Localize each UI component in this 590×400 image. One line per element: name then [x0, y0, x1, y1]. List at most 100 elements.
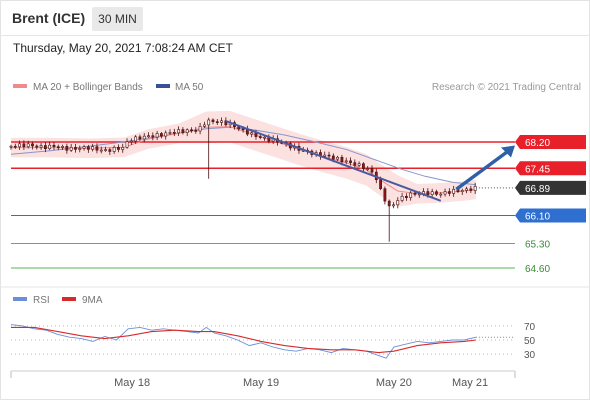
x-tick-may-20: May 20	[376, 377, 412, 389]
candle-body	[104, 149, 107, 151]
legend-bollinger-label: MA 20 + Bollinger Bands	[33, 82, 143, 93]
candle-body	[215, 121, 219, 123]
level-label-68-20: 68.20	[525, 138, 550, 149]
candle-body	[138, 136, 142, 140]
candle-body	[202, 124, 206, 127]
candle-body	[344, 160, 348, 163]
candle-body	[177, 129, 181, 134]
candle-body	[413, 192, 417, 195]
candle-body	[69, 147, 73, 151]
legend-rsi-swatch	[13, 297, 27, 301]
level-label-66-89: 66.89	[525, 184, 550, 195]
candle-body	[263, 136, 266, 139]
candle-body	[250, 132, 254, 135]
candle-body	[74, 147, 77, 150]
candle-body	[151, 135, 155, 138]
rsi-series-rsi	[10, 324, 477, 359]
candle-body	[95, 146, 99, 151]
legend-ma50-label: MA 50	[175, 82, 204, 93]
candle-body	[379, 179, 383, 189]
rsi-tick-70: 70	[524, 322, 536, 333]
candle-body	[357, 163, 361, 166]
candle-body	[207, 119, 211, 126]
candle-body	[452, 189, 456, 194]
x-tick-may-19: May 19	[243, 377, 279, 389]
candle-body	[396, 200, 400, 206]
candle-body	[56, 146, 60, 149]
legend-rsi-label: RSI	[33, 295, 50, 306]
candle-body	[400, 196, 404, 201]
level-label-65-30: 65.30	[525, 240, 550, 251]
candle-body	[121, 146, 125, 150]
level-label-66-10: 66.10	[525, 212, 550, 223]
candle-body	[443, 191, 447, 195]
legend-9ma-swatch	[62, 297, 76, 301]
candle-body	[31, 143, 34, 147]
candle-body	[383, 188, 387, 202]
candle-body	[155, 133, 159, 138]
candle-body	[22, 143, 26, 148]
candle-body	[426, 191, 430, 195]
candle-body	[447, 191, 451, 194]
candle-body	[13, 145, 17, 148]
level-label-67-45: 67.45	[525, 164, 550, 175]
candle-body	[190, 129, 193, 132]
candle-body	[117, 147, 120, 150]
candle-body	[392, 204, 395, 207]
candle-body	[43, 145, 47, 150]
candle-body	[48, 144, 52, 150]
candle-body	[198, 126, 202, 132]
candle-body	[65, 146, 69, 151]
candle-body	[142, 135, 146, 140]
candle-body	[353, 162, 357, 166]
candle-body	[323, 154, 327, 157]
candle-body	[9, 145, 13, 148]
candle-body	[340, 156, 344, 163]
x-tick-may-18: May 18	[114, 377, 150, 389]
candle-body	[172, 132, 176, 134]
candle-body	[35, 145, 39, 148]
candle-body	[181, 129, 185, 133]
candle-body	[52, 144, 56, 148]
downtrend-line	[225, 120, 442, 202]
candle-body	[168, 132, 172, 134]
candle-body	[473, 186, 477, 191]
candle-body	[465, 188, 468, 191]
candle-body	[435, 191, 438, 195]
candle-body	[387, 200, 391, 207]
legend-9ma-label: 9MA	[82, 295, 103, 306]
candle-body	[194, 130, 198, 132]
candle-body	[61, 146, 64, 148]
candle-body	[362, 163, 365, 169]
candle-body	[430, 191, 434, 195]
level-label-64-60: 64.60	[525, 264, 550, 275]
candle-body	[147, 135, 150, 138]
forecast-arrow-shaft	[455, 149, 511, 191]
candle-body	[26, 143, 30, 148]
candle-body	[220, 120, 223, 123]
candle-body	[164, 132, 168, 137]
candle-body	[78, 148, 82, 150]
candle-body	[18, 143, 21, 148]
candle-body	[439, 193, 443, 196]
candle-body	[258, 136, 262, 138]
candle-body	[99, 149, 103, 152]
candle-body	[469, 188, 473, 191]
candle-body	[241, 128, 245, 131]
candle-body	[108, 149, 112, 152]
rsi-tick-50: 50	[524, 336, 536, 347]
candle-body	[91, 146, 95, 150]
legend-ma50-swatch	[156, 84, 170, 88]
candle-body	[349, 160, 352, 163]
x-tick-may-21: May 21	[452, 377, 488, 389]
candle-body	[409, 192, 413, 198]
candle-body	[185, 129, 189, 133]
candle-body	[366, 168, 370, 170]
candle-body	[327, 154, 331, 157]
candle-body	[460, 190, 464, 192]
candle-body	[129, 140, 133, 143]
copyright-label: Research © 2021 Trading Central	[432, 82, 581, 93]
candle-body	[331, 155, 335, 160]
candle-body	[82, 146, 86, 149]
candle-body	[86, 146, 90, 150]
